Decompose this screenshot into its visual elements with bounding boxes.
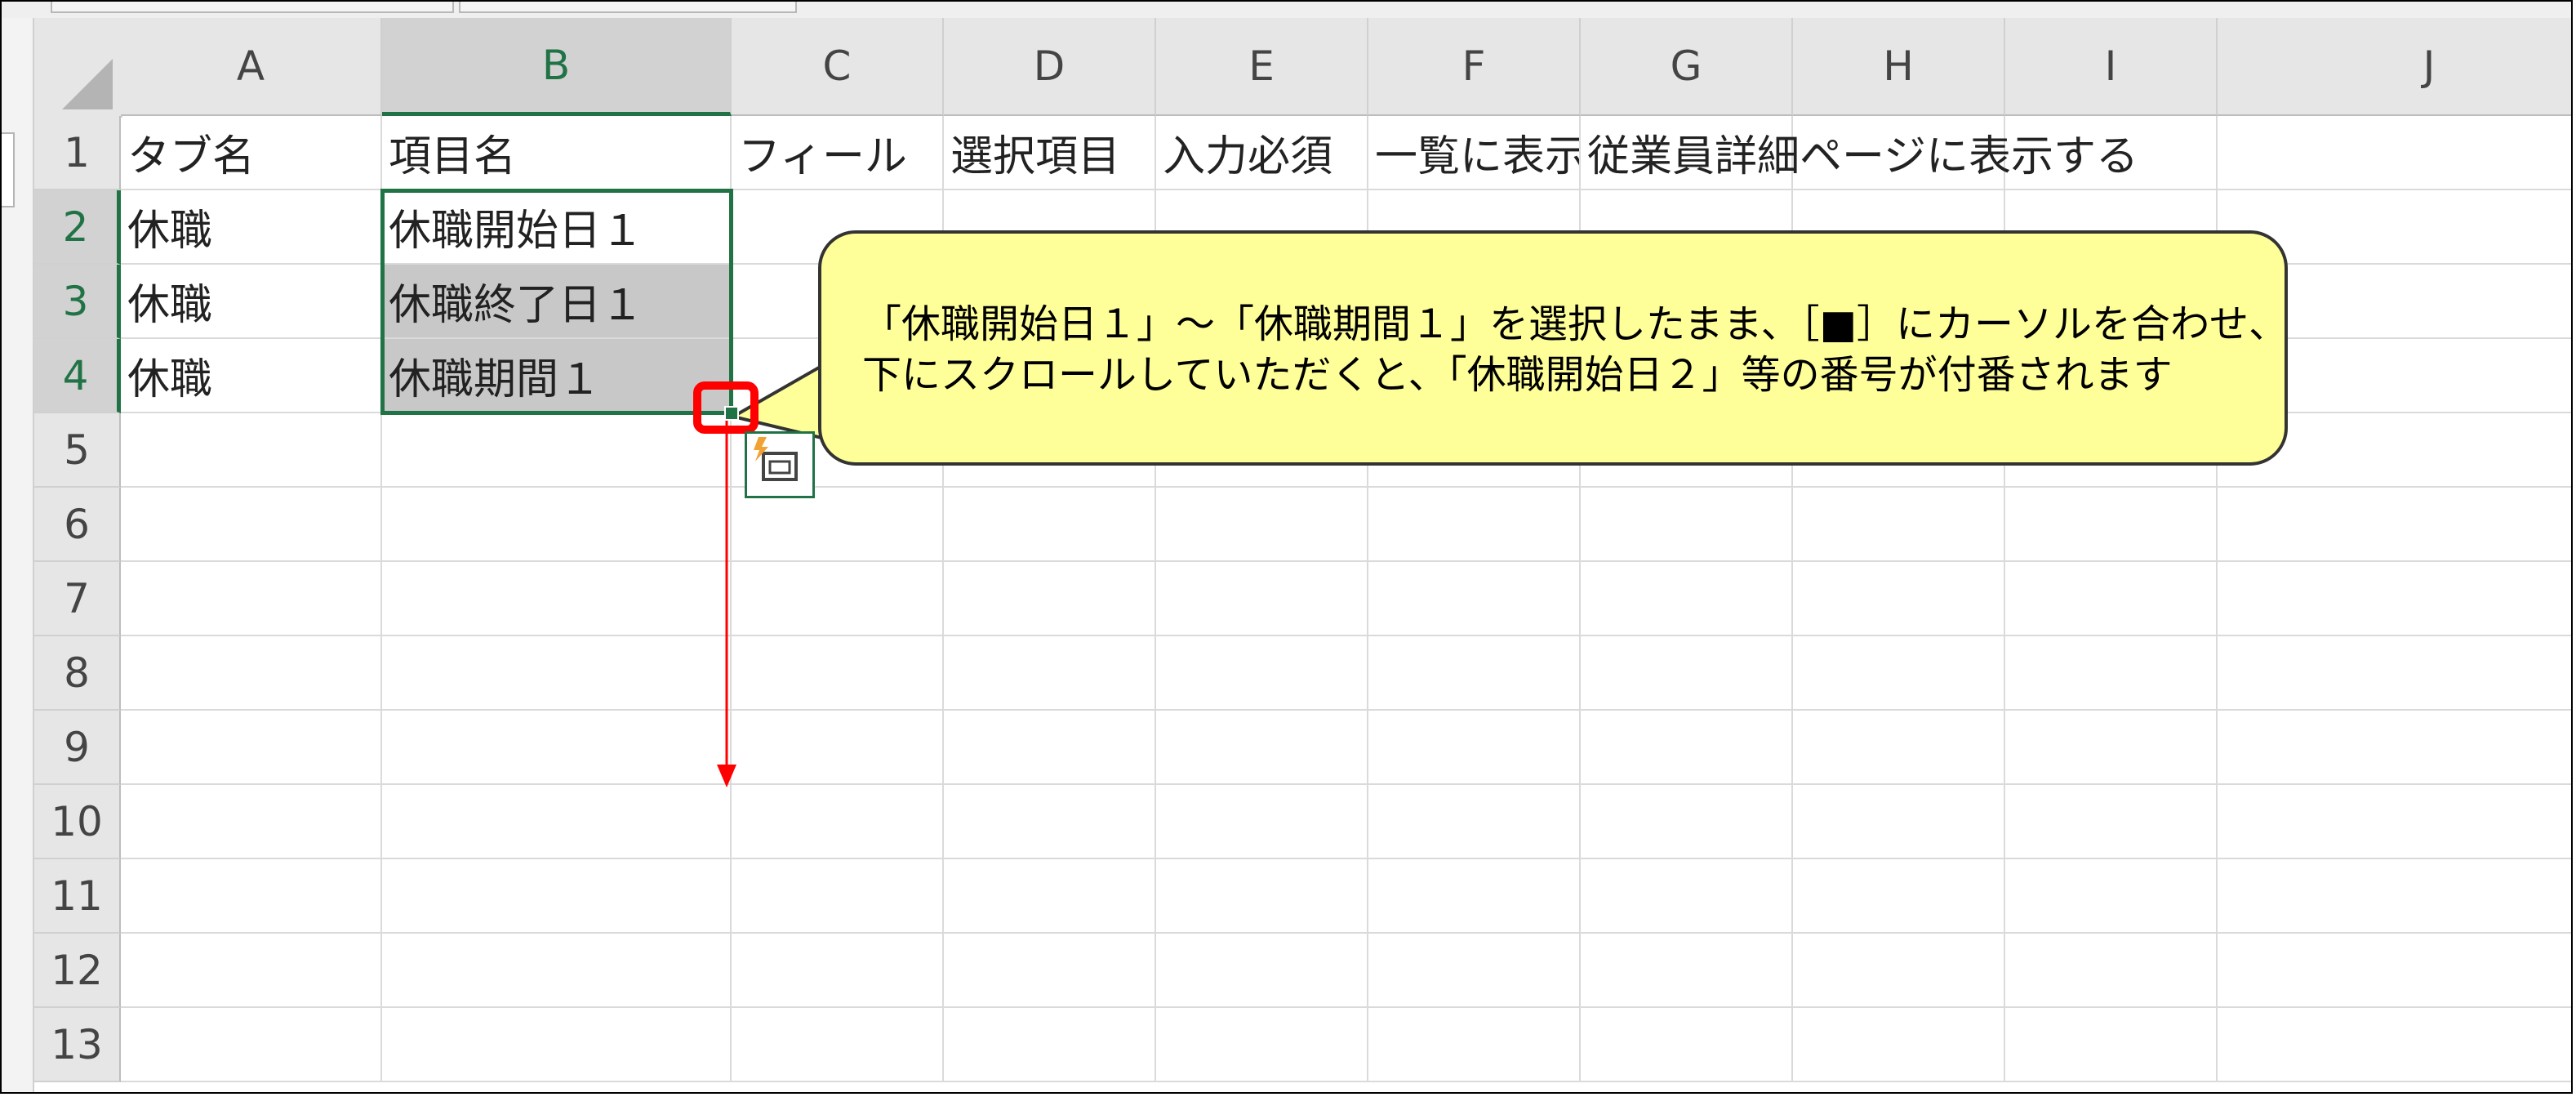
spreadsheet-window: ABCDEFGHIJK12345678910111213タブ名項目名フィール選択… (0, 0, 2573, 1094)
cell-g1[interactable]: 従業員詳細ページに表示する (1581, 116, 2138, 190)
quick-analysis-icon[interactable] (745, 431, 815, 498)
quick-analysis-glyph (754, 437, 798, 481)
callout-line-2: 下にスクロールしていただくと、「休職開始日２」等の番号が付番されます (862, 352, 2173, 398)
instruction-callout: 「休職開始日１」～「休職期間１」を選択したまま、［■］にカーソルを合わせ、 下に… (818, 230, 2288, 466)
fill-handle-highlight (693, 381, 759, 434)
down-arrow-head (717, 765, 736, 787)
callout-line-1: 「休職開始日１」～「休職期間１」を選択したまま、［■］にカーソルを合わせ、 (862, 301, 2288, 347)
annotation-layer (717, 359, 862, 787)
